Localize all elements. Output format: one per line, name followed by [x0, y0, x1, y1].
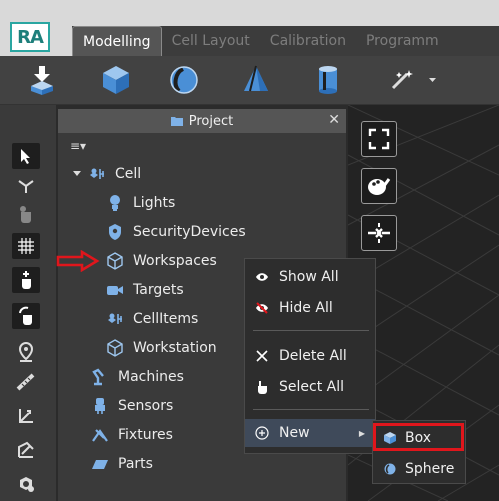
tree-item-cell-items[interactable]: CellItems — [106, 308, 198, 330]
magic-wand-icon[interactable] — [384, 62, 444, 98]
sphere-icon[interactable] — [166, 62, 202, 98]
paint-icon[interactable] — [361, 168, 397, 204]
menu-item-new[interactable]: New ▶ — [245, 419, 375, 447]
tree-item-label: Targets — [133, 282, 184, 298]
tree-item-label: Fixtures — [118, 427, 173, 443]
menu-separator — [253, 330, 369, 331]
menu-item-delete-all[interactable]: Delete All — [245, 342, 375, 370]
menu-item-hide-all[interactable]: Hide All — [245, 294, 375, 322]
tree-item-cell[interactable]: Cell — [88, 163, 141, 185]
menu-separator — [253, 409, 369, 410]
plus-circle-icon — [254, 426, 270, 440]
context-menu: Show All Hide All Delete All Select All … — [244, 258, 376, 454]
menu-item-sphere[interactable]: Sphere — [375, 456, 463, 482]
panel-title-text: Project — [188, 113, 234, 129]
tree-item-label: SecurityDevices — [133, 224, 246, 240]
tree-item-label: Cell — [115, 166, 142, 182]
move-hand-icon[interactable] — [12, 267, 40, 293]
menu-item-label: Show All — [279, 269, 339, 285]
tree-item-lights[interactable]: Lights — [106, 192, 175, 214]
cell-icon — [106, 310, 124, 328]
menu-item-label: Hide All — [279, 300, 333, 316]
axes-icon[interactable] — [12, 403, 40, 429]
lasso-icon[interactable] — [12, 173, 40, 199]
left-toolbar — [0, 105, 56, 501]
cell-icon — [88, 165, 106, 183]
robot-arm-icon — [91, 368, 109, 386]
eye-off-icon — [254, 302, 270, 314]
tab-strip: Modelling Cell Layout Calibration Progra… — [72, 26, 499, 56]
rotate-hand-icon[interactable] — [12, 303, 40, 329]
menu-item-select-all[interactable]: Select All — [245, 373, 375, 401]
tree-item-security-devices[interactable]: SecurityDevices — [106, 221, 246, 243]
eye-icon — [254, 272, 270, 282]
tree-item-machines[interactable]: Machines — [91, 366, 184, 388]
fixture-icon — [91, 426, 109, 444]
panel-header: Project — [58, 109, 346, 133]
tree-item-fixtures[interactable]: Fixtures — [91, 424, 173, 446]
folder-icon — [170, 116, 183, 126]
cone-icon[interactable] — [238, 62, 274, 98]
cube-outline-icon — [106, 339, 124, 357]
red-pointer-arrow-icon — [56, 250, 100, 272]
sphere-small-icon — [383, 463, 397, 475]
title-bar: RA Modelling Cell Layout Calibration Pro… — [0, 0, 499, 56]
tree-item-label: Parts — [118, 456, 153, 472]
import-icon[interactable] — [24, 62, 60, 98]
tree-item-workspaces[interactable]: Workspaces — [106, 250, 217, 272]
panel-close-button[interactable]: ✕ — [328, 112, 340, 128]
hand-icon — [254, 380, 270, 394]
settings-cube-icon[interactable] — [12, 471, 40, 497]
tree-item-workstation[interactable]: Workstation — [106, 337, 217, 359]
tab-cell-layout[interactable]: Cell Layout — [162, 26, 260, 56]
cube-outline-icon — [106, 252, 124, 270]
tree-item-targets[interactable]: Targets — [106, 279, 184, 301]
ribbon-toolbar — [0, 56, 499, 105]
tab-modelling[interactable]: Modelling — [72, 26, 162, 56]
tab-calibration[interactable]: Calibration — [260, 26, 356, 56]
menu-item-label: New — [279, 425, 310, 441]
bulb-icon — [106, 194, 124, 212]
box-highlight-outline — [373, 423, 464, 451]
tree-item-parts[interactable]: Parts — [91, 453, 153, 475]
scale-icon[interactable] — [12, 437, 40, 463]
tree-item-label: CellItems — [133, 311, 199, 327]
menu-item-label: Select All — [279, 379, 344, 395]
collapse-icon[interactable] — [361, 215, 397, 251]
grab-icon[interactable] — [12, 201, 40, 227]
tab-programming[interactable]: Programm — [356, 26, 449, 56]
select-arrow-icon[interactable] — [12, 143, 40, 169]
ruler-icon[interactable] — [12, 369, 40, 395]
fullscreen-icon[interactable] — [361, 121, 397, 157]
sensor-icon — [91, 397, 109, 415]
submenu-arrow-icon: ▶ — [358, 428, 365, 438]
shield-icon — [106, 223, 124, 241]
camera-icon — [106, 281, 124, 299]
tree-item-label: Lights — [133, 195, 176, 211]
tree-item-sensors[interactable]: Sensors — [91, 395, 173, 417]
panel-menu-button[interactable]: ≡▾ — [70, 139, 86, 153]
tree-item-label: Workstation — [133, 340, 217, 356]
tree-item-label: Sensors — [118, 398, 174, 414]
menu-item-label: Delete All — [279, 348, 347, 364]
expand-caret-icon[interactable] — [73, 171, 81, 176]
grid-icon[interactable] — [12, 233, 40, 259]
tree-item-label: Workspaces — [133, 253, 217, 269]
cylinder-icon[interactable] — [310, 62, 346, 98]
app-logo: RA — [10, 22, 50, 52]
x-icon — [254, 350, 270, 362]
tree-item-label: Machines — [118, 369, 184, 385]
cube-icon[interactable] — [98, 62, 134, 98]
menu-item-label: Sphere — [405, 461, 455, 477]
part-icon — [91, 455, 109, 473]
location-pin-icon[interactable] — [12, 339, 40, 365]
menu-item-show-all[interactable]: Show All — [245, 263, 375, 291]
